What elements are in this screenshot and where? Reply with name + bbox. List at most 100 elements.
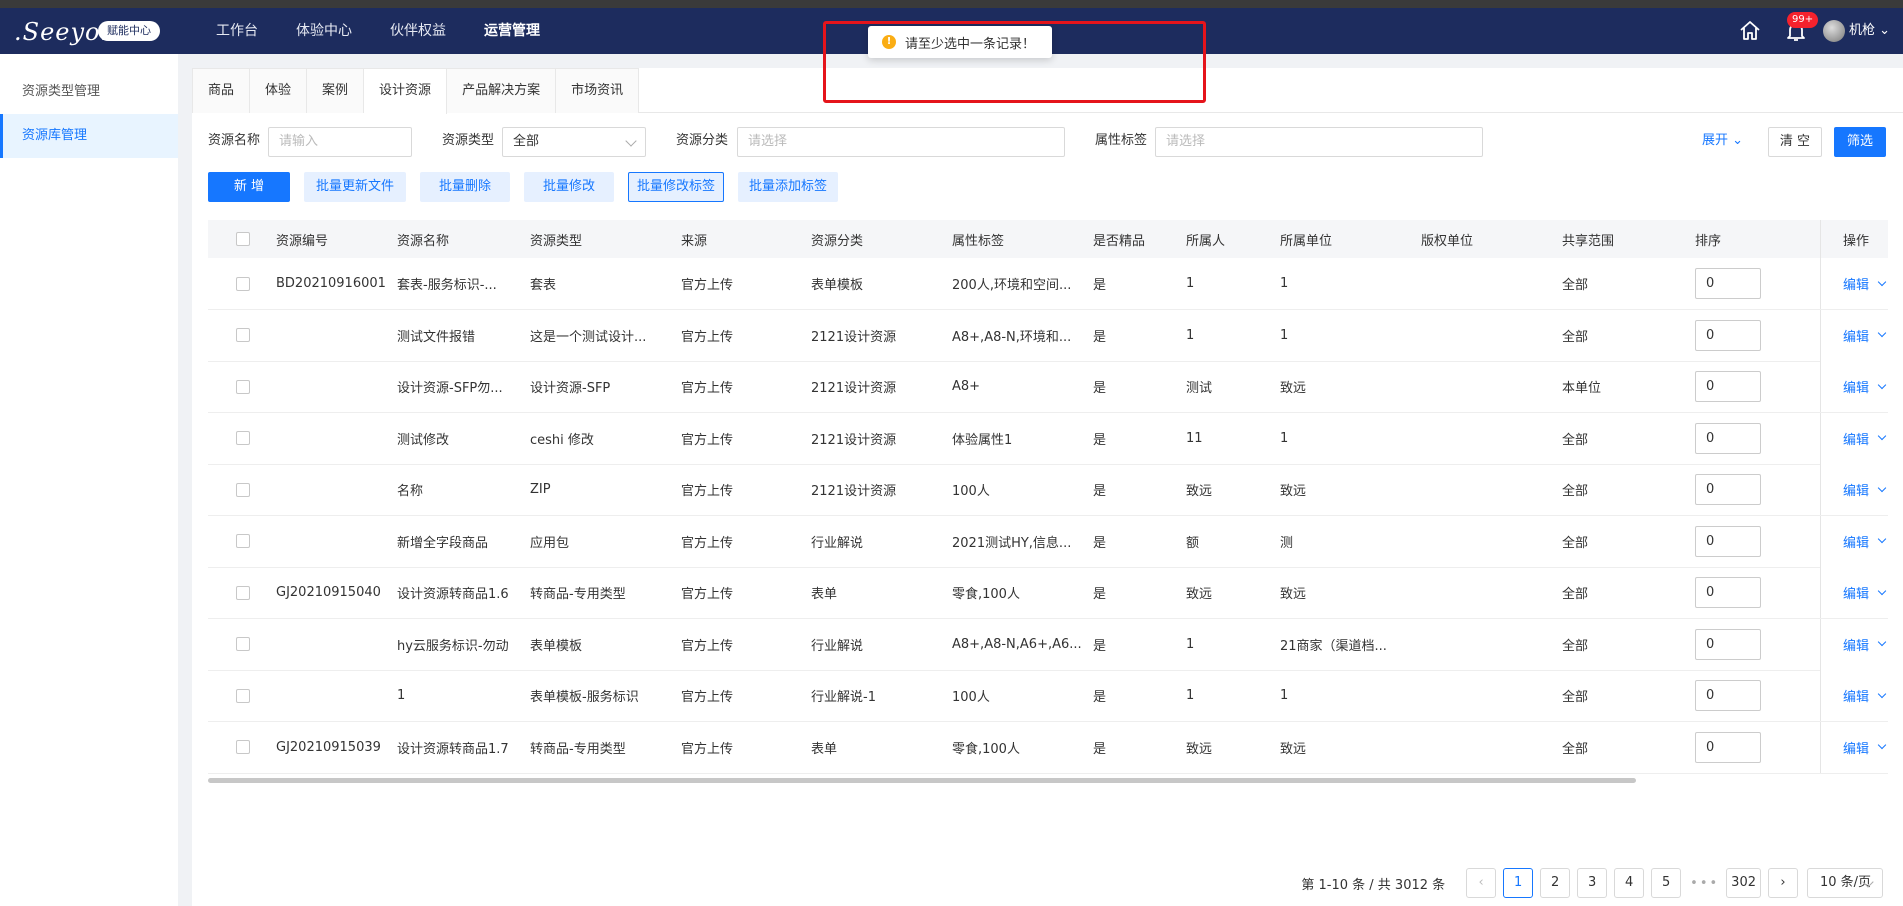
row-checkbox[interactable] <box>236 310 250 361</box>
row-checkbox[interactable] <box>236 516 250 567</box>
batch-edit-button[interactable]: 批量修改 <box>524 172 614 202</box>
sort-input[interactable]: 0 <box>1695 670 1761 721</box>
ellipsis-icon[interactable]: ••• <box>1690 876 1719 891</box>
sidebar-item-resource-library[interactable]: 资源库管理 <box>0 114 178 158</box>
resource-name-input[interactable]: 请输入 <box>268 127 412 157</box>
row-checkbox[interactable] <box>236 722 250 773</box>
sort-input[interactable]: 0 <box>1695 567 1761 618</box>
cell-unit: 测 <box>1280 535 1294 551</box>
cell-unit: 致远 <box>1280 587 1307 602</box>
tab-experience[interactable]: 体验 <box>250 68 308 113</box>
cell-category: 2121设计资源 <box>811 484 897 499</box>
edit-button[interactable]: 编辑 <box>1843 413 1887 464</box>
sort-input[interactable]: 0 <box>1695 361 1761 412</box>
cell-scope: 全部 <box>1562 535 1589 551</box>
sidebar-item-resource-types[interactable]: 资源类型管理 <box>0 70 178 114</box>
edit-button[interactable]: 编辑 <box>1843 361 1887 412</box>
row-checkbox[interactable] <box>236 619 250 670</box>
select-all-checkbox[interactable] <box>236 220 250 258</box>
row-checkbox[interactable] <box>236 670 250 721</box>
tab-products[interactable]: 商品 <box>192 68 251 113</box>
resource-type-select[interactable]: 全部 <box>502 127 646 157</box>
row-checkbox[interactable] <box>236 413 250 464</box>
property-tag-select[interactable]: 请选择 <box>1155 127 1483 157</box>
batch-edit-tags-button[interactable]: 批量修改标签 <box>628 172 724 202</box>
expand-toggle[interactable]: 展开 ⌄ <box>1702 126 1743 156</box>
home-icon[interactable] <box>1738 19 1762 43</box>
prev-page-button[interactable]: ‹ <box>1466 868 1497 898</box>
column-header: 来源 <box>681 233 708 249</box>
cell-scope: 全部 <box>1562 690 1589 705</box>
page-3-button[interactable]: 3 <box>1577 868 1608 898</box>
cell-name: 设计资源转商品1.6 <box>397 587 509 602</box>
batch-add-tags-button[interactable]: 批量添加标签 <box>738 172 838 202</box>
resource-category-select[interactable]: 请选择 <box>737 127 1065 157</box>
table-row: hy云服务标识-勿动 表单模板 官方上传 行业解说 A8+,A8-N,A6+,A6...… <box>208 618 1888 671</box>
edit-button[interactable]: 编辑 <box>1843 310 1887 361</box>
resource-table: 资源编号 资源名称 资源类型 来源 资源分类 属性标签 是否精品 所属人 所属单… <box>208 220 1888 778</box>
row-checkbox[interactable] <box>236 567 250 618</box>
tab-product-solutions[interactable]: 产品解决方案 <box>447 68 557 113</box>
tab-cases[interactable]: 案例 <box>307 68 365 113</box>
page-2-button[interactable]: 2 <box>1540 868 1571 898</box>
cell-premium: 是 <box>1093 329 1107 345</box>
sort-input[interactable]: 0 <box>1695 413 1761 464</box>
filter-name-label: 资源名称 <box>208 133 261 148</box>
cell-type: 转商品-专用类型 <box>530 741 626 757</box>
edit-button[interactable]: 编辑 <box>1843 670 1887 721</box>
user-name[interactable]: 机枪 ⌄ <box>1849 8 1890 54</box>
tab-design-resources[interactable]: 设计资源 <box>364 68 448 114</box>
cell-copyright <box>1421 310 1557 361</box>
nav-item-partner-benefits[interactable]: 伙伴权益 <box>371 8 465 54</box>
avatar[interactable] <box>1823 20 1845 42</box>
row-checkbox[interactable] <box>236 464 250 515</box>
edit-button[interactable]: 编辑 <box>1843 516 1887 567</box>
sort-input[interactable]: 0 <box>1695 722 1761 773</box>
chevron-down-icon <box>1877 637 1887 647</box>
cell-scope: 本单位 <box>1562 381 1602 396</box>
table-header: 资源编号 资源名称 资源类型 来源 资源分类 属性标签 是否精品 所属人 所属单… <box>208 220 1888 258</box>
sort-input[interactable]: 0 <box>1695 258 1761 309</box>
next-page-button[interactable]: › <box>1768 868 1798 898</box>
toast-message: 请至少选中一条记录！ <box>905 36 1036 52</box>
cell-code <box>276 413 394 464</box>
sort-input[interactable]: 0 <box>1695 619 1761 670</box>
horizontal-scrollbar[interactable] <box>208 778 1636 783</box>
last-page-button[interactable]: 302 <box>1726 868 1761 898</box>
clear-button[interactable]: 清 空 <box>1768 127 1822 157</box>
cell-category: 行业解说-1 <box>811 690 876 705</box>
add-button[interactable]: 新 增 <box>208 172 290 202</box>
nav-item-workbench[interactable]: 工作台 <box>197 8 277 54</box>
cell-category: 行业解说 <box>811 535 864 551</box>
batch-delete-button[interactable]: 批量删除 <box>420 172 510 202</box>
edit-button[interactable]: 编辑 <box>1843 619 1887 670</box>
page-1-button[interactable]: 1 <box>1503 868 1534 898</box>
page-4-button[interactable]: 4 <box>1614 868 1645 898</box>
nav-item-operations[interactable]: 运营管理 <box>465 8 559 54</box>
chevron-down-icon <box>1877 328 1887 338</box>
row-checkbox[interactable] <box>236 258 250 309</box>
cell-unit: 致远 <box>1280 484 1307 499</box>
row-checkbox[interactable] <box>236 361 250 412</box>
sort-input[interactable]: 0 <box>1695 310 1761 361</box>
batch-update-files-button[interactable]: 批量更新文件 <box>304 172 406 202</box>
operation-cell: 编辑 <box>1820 361 1888 412</box>
edit-button[interactable]: 编辑 <box>1843 464 1887 515</box>
cell-type: 应用包 <box>530 535 570 551</box>
filter-button[interactable]: 筛选 <box>1834 127 1886 157</box>
nav-item-experience[interactable]: 体验中心 <box>277 8 371 54</box>
page-size-select[interactable]: 10 条/页 <box>1807 868 1883 898</box>
tab-market-news[interactable]: 市场资讯 <box>556 68 640 113</box>
edit-button[interactable]: 编辑 <box>1843 258 1887 309</box>
sidebar: 资源类型管理 资源库管理 <box>0 54 178 906</box>
operation-cell: 编辑 <box>1820 309 1888 361</box>
cell-copyright <box>1421 413 1557 464</box>
sort-input[interactable]: 0 <box>1695 464 1761 515</box>
chevron-down-icon <box>1877 380 1887 389</box>
edit-button[interactable]: 编辑 <box>1843 722 1887 773</box>
cell-type: 表单模板 <box>530 638 583 654</box>
page-5-button[interactable]: 5 <box>1651 868 1682 898</box>
sort-input[interactable]: 0 <box>1695 516 1761 567</box>
cell-name: 测试修改 <box>397 432 450 448</box>
edit-button[interactable]: 编辑 <box>1843 567 1887 618</box>
